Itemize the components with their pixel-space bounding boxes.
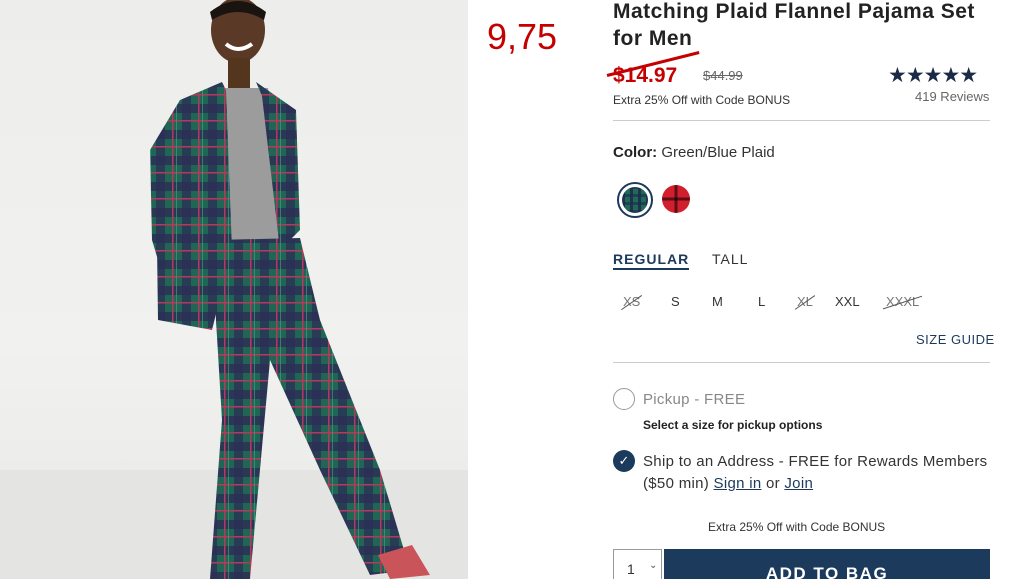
color-label: Color: [613, 144, 658, 161]
quantity-select[interactable]: 1 ⌄ [613, 549, 662, 579]
swatch-green-blue-plaid[interactable] [617, 182, 653, 218]
ship-checkmark-icon[interactable]: ✓ [613, 450, 635, 472]
size-xxxl[interactable]: XXXL [886, 294, 919, 309]
chevron-down-icon: ⌄ [649, 560, 658, 571]
join-link[interactable]: Join [784, 475, 813, 492]
pickup-label: Pickup - FREE [643, 391, 746, 408]
size-l[interactable]: L [758, 294, 765, 309]
promo-text: Extra 25% Off with Code BONUS [613, 93, 791, 107]
ship-option: Ship to an Address - FREE for Rewards Me… [643, 451, 990, 495]
original-price: $44.99 [703, 68, 743, 83]
size-xs[interactable]: XS [623, 294, 640, 309]
divider [613, 362, 990, 363]
or-text: or [765, 475, 780, 492]
size-xl[interactable]: XL [797, 294, 813, 309]
divider [613, 120, 990, 121]
bottom-promo-text: Extra 25% Off with Code BONUS [708, 520, 886, 534]
overlay-price-label: 9,75 [487, 16, 558, 57]
swatch-red-plaid[interactable] [662, 185, 690, 213]
quantity-value: 1 [627, 561, 635, 577]
size-guide-link[interactable]: SIZE GUIDE [916, 332, 995, 347]
size-xxl[interactable]: XXL [835, 294, 860, 309]
add-to-bag-button[interactable]: ADD TO BAG [664, 549, 990, 579]
size-s[interactable]: S [671, 294, 680, 309]
pickup-hint: Select a size for pickup options [643, 418, 823, 432]
product-image[interactable] [0, 0, 468, 579]
size-m[interactable]: M [712, 294, 723, 309]
reviews-link[interactable]: 419 Reviews [915, 89, 989, 104]
color-selection: Color: Green/Blue Plaid [613, 144, 775, 161]
swatch-fill [622, 187, 648, 213]
product-title: Matching Plaid Flannel Pajama Set for Me… [613, 0, 975, 50]
tab-regular[interactable]: REGULAR [613, 251, 690, 270]
sale-price: $14.97 [613, 64, 678, 87]
rating-stars-icon[interactable]: ★★★★★ [888, 63, 978, 88]
sign-in-link[interactable]: Sign in [714, 475, 762, 492]
model-illustration [0, 0, 468, 579]
pickup-radio[interactable] [613, 388, 635, 410]
ship-text: Ship to an Address - FREE for Rewards Me… [643, 453, 988, 492]
tab-tall[interactable]: TALL [712, 251, 748, 267]
color-value: Green/Blue Plaid [661, 144, 775, 161]
